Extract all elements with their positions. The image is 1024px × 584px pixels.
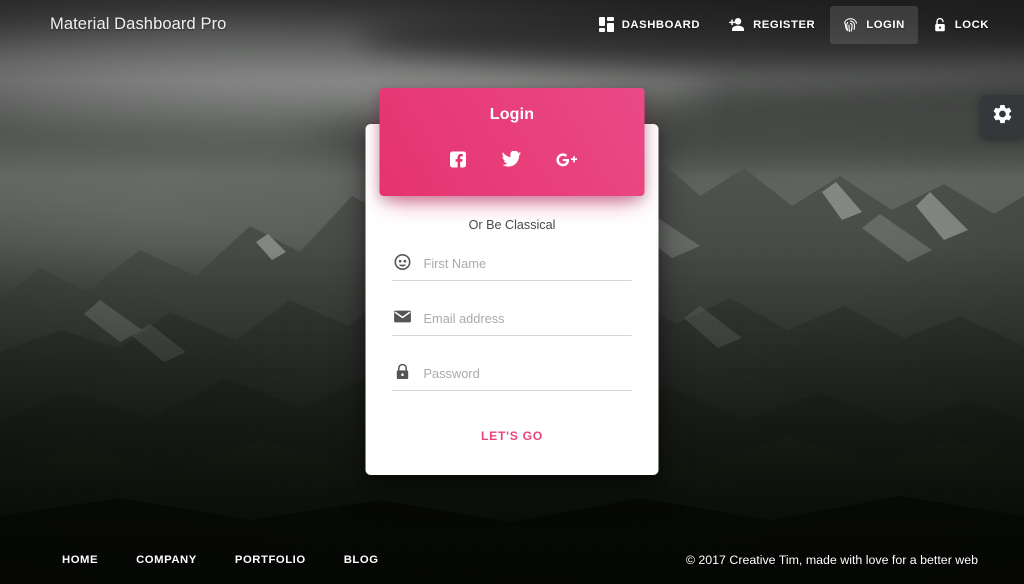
navbar-links: DASHBOARD REGISTER LOGIN LOCK: [586, 5, 1002, 44]
facebook-icon: [450, 151, 467, 173]
person-add-icon: [728, 17, 745, 32]
footer-link-blog[interactable]: Blog: [328, 545, 395, 575]
login-card: Login Or Be Classical First Name Email a…: [365, 88, 659, 475]
nav-item-register-label: REGISTER: [753, 18, 816, 31]
social-login-row: [390, 149, 635, 175]
twitter-icon: [502, 150, 522, 173]
email-field-row: [392, 307, 632, 336]
nav-item-dashboard-label: DASHBOARD: [621, 18, 701, 31]
nav-item-login-label: LOGIN: [866, 18, 905, 31]
google-plus-icon: [555, 152, 577, 173]
lock-icon: [393, 362, 412, 381]
first-name-field-row: [392, 252, 632, 281]
submit-row: Let's Go: [393, 421, 632, 451]
nav-item-register[interactable]: REGISTER: [715, 6, 828, 43]
lock-open-icon: [933, 17, 947, 33]
google-plus-login-button[interactable]: [553, 149, 579, 175]
footer-link-company[interactable]: Company: [120, 545, 213, 575]
first-name-input[interactable]: [423, 256, 632, 273]
password-field-row: [392, 362, 632, 391]
fingerprint-icon: [843, 17, 858, 33]
email-input[interactable]: [423, 311, 632, 328]
footer-nav: Home Company Portfolio Blog: [46, 545, 395, 575]
email-icon: [393, 307, 412, 326]
nav-item-lock-label: LOCK: [954, 18, 989, 31]
nav-item-login[interactable]: LOGIN: [830, 5, 918, 44]
nav-item-dashboard[interactable]: DASHBOARD: [586, 6, 713, 43]
twitter-login-button[interactable]: [499, 149, 525, 175]
settings-toggle-button[interactable]: [980, 95, 1024, 137]
login-card-header: Login: [379, 88, 645, 196]
dashboard-grid-icon: [598, 17, 614, 32]
page-footer: Home Company Portfolio Blog © 2017 Creat…: [0, 536, 1024, 584]
top-navbar: Material Dashboard Pro DASHBOARD REGISTE…: [0, 0, 1024, 49]
face-icon: [393, 252, 412, 271]
password-input[interactable]: [423, 366, 632, 383]
nav-item-lock[interactable]: LOCK: [920, 6, 1002, 44]
gear-icon: [992, 104, 1012, 129]
classical-divider-text: Or Be Classical: [468, 218, 556, 232]
footer-link-home[interactable]: Home: [46, 545, 114, 575]
brand-title[interactable]: Material Dashboard Pro: [50, 15, 226, 34]
facebook-login-button[interactable]: [445, 149, 471, 175]
login-card-title: Login: [489, 106, 535, 123]
footer-link-portfolio[interactable]: Portfolio: [219, 545, 322, 575]
lets-go-button[interactable]: Let's Go: [465, 421, 559, 451]
footer-copyright: © 2017 Creative Tim, made with love for …: [685, 553, 978, 567]
login-form: Let's Go: [366, 252, 659, 451]
